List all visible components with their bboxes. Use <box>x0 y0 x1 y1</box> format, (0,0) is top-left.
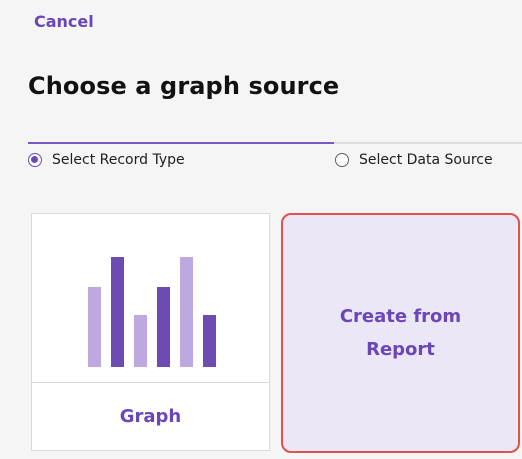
step-progress-active <box>28 142 334 144</box>
step-select-record-type[interactable]: Select Record Type <box>28 152 185 168</box>
graph-source-page: Cancel Choose a graph source Select Reco… <box>0 0 522 459</box>
chart-icon-bar <box>157 287 170 367</box>
bar-chart-icon <box>88 257 216 367</box>
graph-card[interactable]: Graph <box>31 213 270 451</box>
chart-icon-bar <box>180 257 193 367</box>
cancel-link[interactable]: Cancel <box>34 12 94 31</box>
page-title: Choose a graph source <box>28 72 340 100</box>
step-select-data-source[interactable]: Select Data Source <box>335 152 493 168</box>
step-progress-inactive <box>334 142 522 144</box>
graph-chart-area <box>32 214 269 383</box>
step-label: Select Data Source <box>359 152 493 168</box>
step-label: Select Record Type <box>52 152 185 168</box>
chart-icon-bar <box>134 315 147 367</box>
chart-icon-bar <box>88 287 101 367</box>
graph-card-label: Graph <box>119 405 182 427</box>
report-card-label-line-1: Create from <box>339 305 462 327</box>
radio-selected-icon[interactable] <box>28 153 42 167</box>
chart-icon-bar <box>203 315 216 367</box>
radio-unselected-icon[interactable] <box>335 153 349 167</box>
report-card-label-line-2: Report <box>366 339 435 360</box>
chart-icon-bar <box>111 257 124 367</box>
create-from-report-card[interactable]: Create from Report <box>281 213 520 453</box>
